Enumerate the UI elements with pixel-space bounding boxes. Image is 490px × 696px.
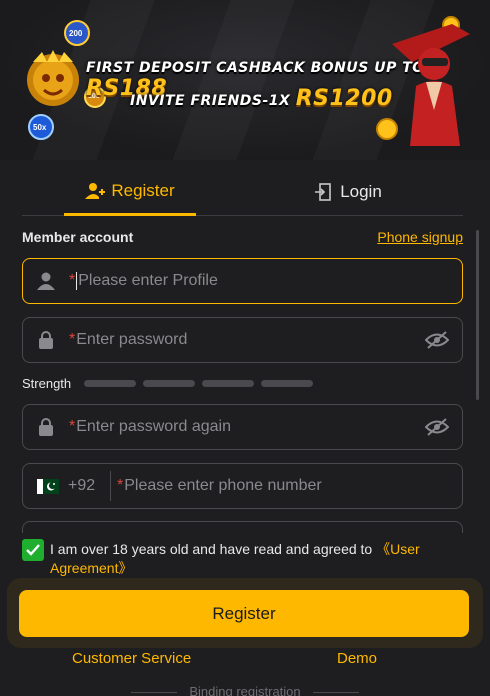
- register-button[interactable]: Register: [19, 590, 469, 637]
- phone-signup-link[interactable]: Phone signup: [377, 229, 463, 245]
- strength-bar: [261, 380, 313, 387]
- coin-icon: 50x: [28, 114, 54, 140]
- strength-label: Strength: [22, 376, 72, 391]
- required-mark: *: [69, 331, 76, 348]
- phone-input[interactable]: [124, 477, 462, 495]
- agreement-statement: I am over 18 years old and have read and…: [50, 541, 377, 557]
- eye-off-icon[interactable]: [412, 331, 462, 349]
- phone-separator: [110, 471, 111, 501]
- strength-bar: [143, 380, 195, 387]
- scrollbar[interactable]: [476, 230, 479, 400]
- password-again-field[interactable]: *: [22, 404, 463, 450]
- binding-registration-divider: Binding registration: [0, 684, 490, 696]
- demo-link[interactable]: Demo: [337, 650, 377, 667]
- lock-icon: [23, 331, 69, 349]
- text-caret: [76, 272, 78, 290]
- auth-tabs: Register Login: [22, 168, 463, 216]
- password-field[interactable]: *: [22, 317, 463, 363]
- strength-bar: [84, 380, 136, 387]
- tab-login-label: Login: [340, 182, 382, 201]
- add-user-icon: [85, 182, 106, 199]
- promo-banner[interactable]: 200 100 50x FIRST DEPOSIT CASHBACK BONUS…: [0, 0, 490, 160]
- required-mark: *: [117, 477, 124, 494]
- required-mark: *: [69, 418, 76, 435]
- pilot-character-icon: [392, 24, 470, 146]
- password-input[interactable]: [76, 331, 412, 349]
- check-icon: [26, 544, 40, 556]
- coin-icon: 200: [64, 20, 90, 46]
- coin-label: 50x: [33, 123, 47, 132]
- tab-login[interactable]: Login: [282, 168, 414, 216]
- divider-line: [312, 692, 359, 694]
- pakistan-flag-icon[interactable]: [37, 478, 59, 494]
- user-icon: [23, 272, 69, 290]
- banner-headline-2: INVITE FRIENDS-1X RS1200: [130, 86, 393, 111]
- lion-mascot-icon: [27, 50, 79, 106]
- login-icon: [315, 183, 331, 201]
- required-mark: *: [69, 272, 76, 289]
- divider-line: [131, 692, 178, 694]
- strength-bar: [202, 380, 254, 387]
- agree-checkbox[interactable]: [22, 539, 44, 561]
- member-account-label: Member account: [22, 229, 134, 245]
- country-code[interactable]: +92: [68, 477, 110, 495]
- banner-text: INVITE FRIENDS-1X: [130, 93, 296, 109]
- coin-label: 200: [69, 29, 83, 38]
- tab-register[interactable]: Register: [64, 168, 196, 216]
- phone-field[interactable]: +92 *: [22, 463, 463, 509]
- partially-hidden-field[interactable]: [22, 521, 463, 533]
- profile-input[interactable]: [78, 272, 462, 290]
- banner-amount: RS1200: [295, 86, 393, 111]
- customer-service-link[interactable]: Customer Service: [72, 650, 191, 667]
- banner-text: FIRST DEPOSIT CASHBACK BONUS UP TO: [86, 60, 425, 76]
- eye-off-icon[interactable]: [412, 418, 462, 436]
- tab-register-label: Register: [111, 180, 175, 200]
- password-again-input[interactable]: [76, 418, 412, 436]
- binding-registration-label: Binding registration: [189, 684, 301, 696]
- lock-icon: [23, 418, 69, 436]
- agreement-text: I am over 18 years old and have read and…: [50, 540, 470, 578]
- profile-field[interactable]: *: [22, 258, 463, 304]
